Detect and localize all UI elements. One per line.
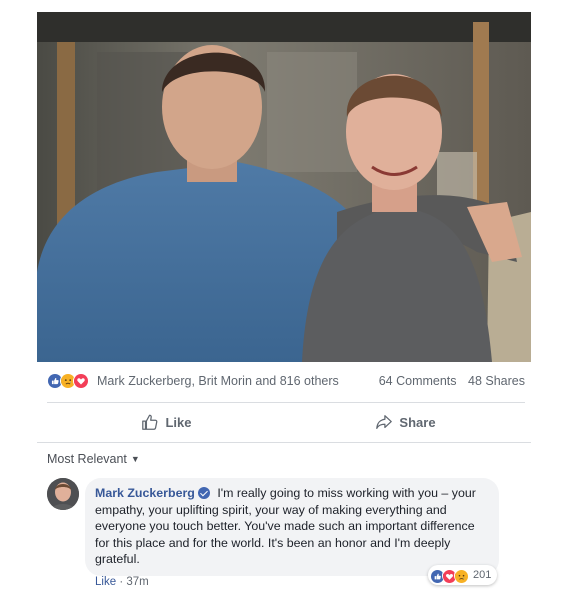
thumbs-up-icon [142,414,158,430]
engagement-counts: 64 Comments 48 Shares [371,374,525,388]
post-actions: Like Share [47,405,525,439]
comment-reactions[interactable]: 201 [428,565,498,585]
share-arrow-icon [376,415,393,429]
divider [47,402,525,403]
comment-sort-dropdown[interactable]: Most Relevant ▼ [47,452,140,466]
divider [37,442,531,443]
verified-badge-icon [197,487,210,499]
reactions-summary: Mark Zuckerberg, Brit Morin and 816 othe… [47,370,525,392]
avatar[interactable] [47,478,79,510]
comments-count[interactable]: 64 Comments [379,374,457,388]
reaction-icons[interactable] [47,373,89,389]
like-button[interactable]: Like [47,405,286,439]
sad-icon [454,567,469,583]
shares-count[interactable]: 48 Shares [468,374,525,388]
share-button[interactable]: Share [286,405,525,439]
love-icon [73,373,89,389]
comment-reaction-count: 201 [473,569,492,581]
share-label: Share [399,414,436,430]
comment-bubble: Mark Zuckerberg I'm really going to miss… [85,478,499,576]
reactors-text[interactable]: Mark Zuckerberg, Brit Morin and 816 othe… [97,374,371,388]
comment-meta: Like · 37m [95,576,149,588]
comment-like-link[interactable]: Like [95,576,116,588]
sort-label: Most Relevant [47,452,127,466]
like-label: Like [165,414,192,430]
post-photo[interactable] [37,12,531,362]
caret-down-icon: ▼ [130,454,140,464]
comment-timestamp[interactable]: 37m [126,576,148,588]
comment-author[interactable]: Mark Zuckerberg [95,486,195,500]
